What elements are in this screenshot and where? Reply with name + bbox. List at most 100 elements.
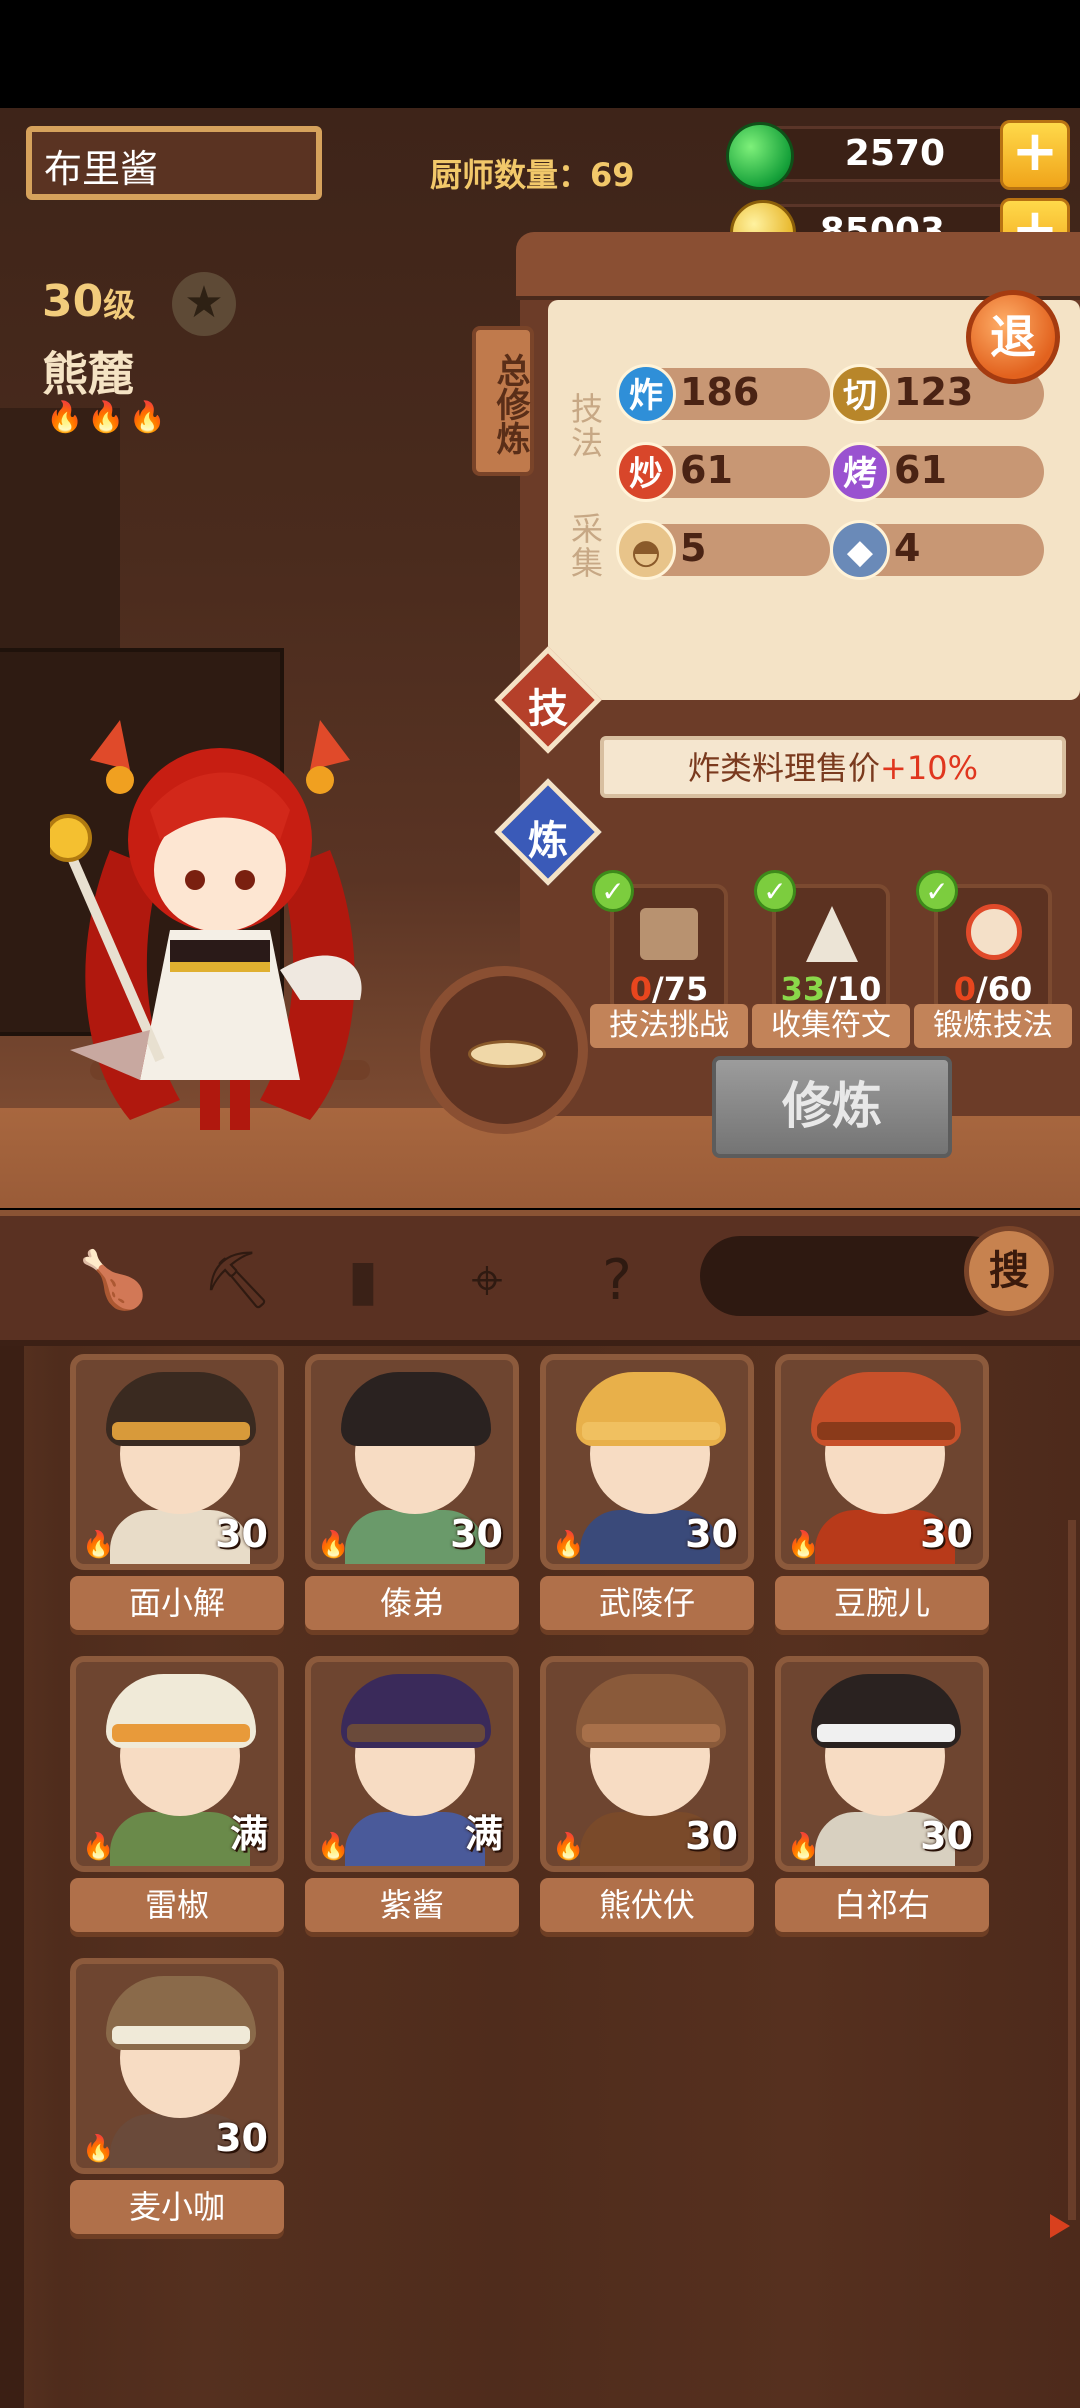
check-icon: ✓ [916, 870, 958, 912]
chef-character-figure [50, 720, 370, 1130]
chef-headband [817, 1724, 955, 1742]
bread-icon: ◓ [616, 520, 676, 580]
exit-button[interactable]: 退 [966, 290, 1060, 384]
chef-card[interactable]: 🔥 30 傣弟 [305, 1354, 519, 1630]
chef-card[interactable]: 🔥 30 熊伏伏 [540, 1656, 754, 1932]
refine-tab-label: 炼 [528, 818, 568, 864]
flame-rating: 🔥🔥🔥 [46, 400, 171, 435]
chef-name: 雷椒 [70, 1878, 284, 1932]
flame-icon: 🔥 [787, 1832, 820, 1862]
chef-headband [112, 1422, 250, 1440]
drumstick-icon[interactable]: 🍗 [78, 1246, 148, 1316]
chef-headband [817, 1422, 955, 1440]
chef-headband [582, 1422, 720, 1440]
task-done: 33 [780, 970, 826, 1008]
level-unit: 级 [103, 286, 136, 324]
chef-level: 30 [685, 1814, 738, 1858]
chef-portrait: 🔥 满 [70, 1656, 284, 1872]
chef-headband [347, 1422, 485, 1440]
next-page-arrow-icon[interactable] [1050, 2214, 1070, 2238]
chef-name: 紫酱 [305, 1878, 519, 1932]
chef-portrait: 🔥 30 [775, 1656, 989, 1872]
skill-tab-label: 技 [528, 686, 568, 732]
character-level: 30级 [42, 276, 135, 327]
cut-value: 123 [894, 370, 974, 414]
task-count-collect-runes: 33/10 [756, 970, 906, 1008]
add-gems-button[interactable]: + [1000, 120, 1070, 190]
scroll-icon [640, 908, 698, 960]
dish-icon [468, 1040, 546, 1068]
task-label-collect-runes: 收集符文 [752, 1004, 910, 1048]
stirfry-value: 61 [680, 448, 733, 492]
flame-icon: 🔥 [552, 1530, 585, 1560]
flame-icon: 🔥 [82, 2134, 115, 2164]
chef-portrait: 🔥 满 [305, 1656, 519, 1872]
chef-name: 豆腕儿 [775, 1576, 989, 1630]
flame-icon: 🔥 [787, 1530, 820, 1560]
task-done: 0 [629, 970, 653, 1008]
stirfry-icon: 炒 [616, 442, 676, 502]
chef-headband [582, 1724, 720, 1742]
roast-icon: 烤 [830, 442, 890, 502]
flame-icon: 🔥 [317, 1832, 350, 1862]
chef-count-value: 69 [590, 156, 635, 194]
task-label-train-skill: 锻炼技法 [914, 1004, 1072, 1048]
chef-card[interactable]: 🔥 30 武陵仔 [540, 1354, 754, 1630]
chef-card[interactable]: 🔥 满雷椒 [70, 1656, 284, 1932]
chef-portrait: 🔥 30 [70, 1354, 284, 1570]
task-label-skill-challenge: 技法挑战 [590, 1004, 748, 1048]
jar-icon[interactable]: ▮ [328, 1246, 398, 1316]
train-button[interactable]: 修炼 [712, 1056, 952, 1158]
bonus-banner: 炸类料理售价+10% [600, 736, 1066, 798]
bonus-value: +10% [880, 749, 978, 787]
chef-level: 30 [920, 1814, 973, 1858]
chef-portrait: 🔥 30 [70, 1958, 284, 2174]
chef-level: 30 [450, 1512, 503, 1556]
task-count-skill-challenge: 0/75 [594, 970, 744, 1008]
chef-name: 熊伏伏 [540, 1878, 754, 1932]
chef-name: 麦小咖 [70, 2180, 284, 2234]
total-training-tag[interactable]: 总修炼 [472, 326, 534, 476]
flame-icon: 🔥 [552, 1832, 585, 1862]
flame-icon: 🔥 [82, 1530, 115, 1560]
player-name-box[interactable]: 布里酱 [26, 126, 322, 200]
check-icon: ✓ [754, 870, 796, 912]
chef-level: 30 [920, 1512, 973, 1556]
fry-value: 186 [680, 370, 760, 414]
cut-icon: 切 [830, 364, 890, 424]
location-pin-icon[interactable]: ⌖ [452, 1246, 522, 1316]
shelf-decoration [0, 408, 120, 648]
shovel-icon[interactable]: ⛏ [202, 1246, 273, 1316]
chef-card[interactable]: 🔥 30 麦小咖 [70, 1958, 284, 2234]
task-total: /60 [976, 970, 1033, 1008]
chef-level: 满 [464, 1812, 503, 1856]
chef-name: 傣弟 [305, 1576, 519, 1630]
chef-level: 30 [215, 1512, 268, 1556]
chef-card[interactable]: 🔥 30 面小解 [70, 1354, 284, 1630]
chef-headband [112, 2026, 250, 2044]
scrollbar[interactable] [1068, 1520, 1076, 2220]
question-box-icon[interactable]: ? [582, 1246, 652, 1316]
chef-headband [347, 1724, 485, 1742]
bread-value: 5 [680, 526, 707, 570]
chef-name: 白祁右 [775, 1878, 989, 1932]
chef-portrait: 🔥 30 [775, 1354, 989, 1570]
chef-card[interactable]: 🔥 30 白祁右 [775, 1656, 989, 1932]
chef-portrait: 🔥 30 [540, 1354, 754, 1570]
star-icon[interactable]: ★ [172, 272, 236, 336]
task-total: /10 [825, 970, 882, 1008]
ingredient-pot[interactable] [420, 966, 588, 1134]
flame-icon: 🔥 [82, 1832, 115, 1862]
task-total: /75 [652, 970, 709, 1008]
search-button[interactable]: 搜 [964, 1226, 1054, 1316]
level-value: 30 [42, 276, 104, 327]
chef-card[interactable]: 🔥 30 豆腕儿 [775, 1354, 989, 1630]
rune-icon [806, 906, 858, 962]
roast-value: 61 [894, 448, 947, 492]
skill-side-label: 技法 [566, 392, 604, 460]
chef-level: 30 [215, 2116, 268, 2160]
board-top-rail [516, 232, 1080, 300]
list-edge [0, 1346, 24, 2408]
check-icon: ✓ [592, 870, 634, 912]
chef-card[interactable]: 🔥 满紫酱 [305, 1656, 519, 1932]
